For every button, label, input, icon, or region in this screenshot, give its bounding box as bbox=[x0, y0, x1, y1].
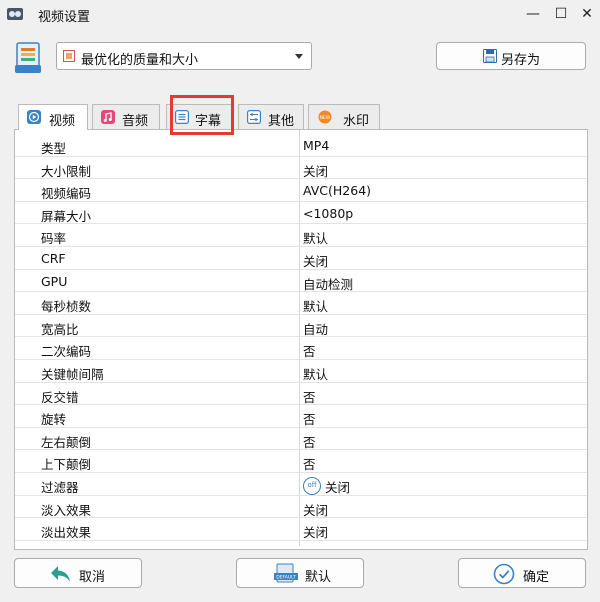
setting-name: 淡入效果 bbox=[41, 502, 92, 518]
chevron-down-icon bbox=[295, 54, 303, 59]
maximize-button[interactable]: ☐ bbox=[550, 4, 572, 24]
setting-name: 类型 bbox=[41, 141, 67, 156]
setting-name: 宽高比 bbox=[41, 321, 79, 337]
setting-name: 过滤器 bbox=[41, 479, 79, 495]
film-icon bbox=[63, 50, 75, 62]
tab-label: 视频 bbox=[49, 114, 76, 129]
settings-row[interactable]: 关键帧间隔 默认 bbox=[15, 360, 587, 383]
settings-row[interactable]: 大小限制 关闭 bbox=[15, 157, 587, 180]
settings-row[interactable]: 类型 MP4 bbox=[15, 134, 587, 157]
setting-name: 旋转 bbox=[41, 412, 67, 428]
tab-video[interactable]: 视频 bbox=[18, 104, 88, 130]
setting-value[interactable]: 默认 bbox=[303, 228, 328, 247]
settings-row[interactable]: 视频编码 AVC(H264) bbox=[15, 179, 587, 202]
tab-watermark[interactable]: NEW 水印 bbox=[308, 104, 380, 129]
tab-label: 音频 bbox=[122, 114, 149, 129]
setting-name: 反交错 bbox=[41, 389, 79, 405]
setting-value[interactable]: 自动 bbox=[303, 319, 328, 338]
setting-name: 视频编码 bbox=[41, 186, 92, 202]
settings-row[interactable]: 旋转 否 bbox=[15, 405, 587, 428]
save-as-label: 另存为 bbox=[501, 53, 541, 68]
settings-row[interactable]: 每秒桢数 默认 bbox=[15, 292, 587, 315]
settings-row[interactable]: 码率 默认 bbox=[15, 224, 587, 247]
svg-text:NEW: NEW bbox=[320, 115, 331, 121]
default-label: 默认 bbox=[305, 570, 332, 585]
settings-row[interactable]: 二次编码 否 bbox=[15, 337, 587, 360]
settings-row[interactable]: CRF 关闭 bbox=[15, 247, 587, 270]
settings-row[interactable]: 过滤器 off 关闭 bbox=[15, 473, 587, 496]
default-button[interactable]: DEFAULT 默认 bbox=[236, 558, 364, 588]
default-icon: DEFAULT bbox=[274, 563, 298, 583]
video-settings-panel: 类型 MP4 大小限制 关闭 视频编码 AVC(H264) 屏幕大小 <1080p 码率 默认 CR… bbox=[14, 129, 588, 550]
settings-row[interactable]: 上下颠倒 否 bbox=[15, 450, 587, 473]
tab-label: 其他 bbox=[268, 114, 295, 129]
watermark-icon: NEW bbox=[318, 110, 332, 124]
settings-row[interactable]: GPU 自动检测 bbox=[15, 270, 587, 293]
off-toggle-icon[interactable]: off bbox=[303, 477, 321, 496]
setting-name: 上下颠倒 bbox=[41, 457, 92, 473]
cancel-button[interactable]: 取消 bbox=[14, 558, 142, 588]
setting-name: 码率 bbox=[41, 231, 67, 247]
setting-value[interactable]: MP4 bbox=[303, 138, 329, 153]
settings-row[interactable]: 淡出效果 关闭 bbox=[15, 518, 587, 541]
settings-row[interactable]: 左右颠倒 否 bbox=[15, 428, 587, 451]
setting-name: 每秒桢数 bbox=[41, 299, 92, 315]
preset-list-icon bbox=[15, 42, 41, 73]
setting-value[interactable]: 否 bbox=[303, 409, 316, 428]
setting-value[interactable]: 关闭 bbox=[303, 522, 328, 541]
setting-value[interactable]: 自动检测 bbox=[303, 274, 353, 293]
setting-value[interactable]: 关闭 bbox=[303, 251, 328, 270]
save-as-button[interactable]: 另存为 bbox=[436, 42, 586, 70]
settings-list: 类型 MP4 大小限制 关闭 视频编码 AVC(H264) 屏幕大小 <1080p 码率 默认 CR… bbox=[15, 134, 587, 541]
setting-value[interactable]: AVC(H264) bbox=[303, 183, 371, 198]
cancel-label: 取消 bbox=[79, 570, 106, 585]
check-circle-icon bbox=[493, 563, 515, 585]
close-button[interactable]: ✕ bbox=[576, 4, 598, 24]
settings-row[interactable]: 反交错 否 bbox=[15, 383, 587, 406]
play-circle-icon bbox=[27, 110, 41, 124]
setting-value[interactable]: 否 bbox=[303, 387, 316, 406]
setting-name: GPU bbox=[41, 273, 68, 289]
minimize-button[interactable]: — bbox=[522, 4, 544, 24]
setting-name: 屏幕大小 bbox=[41, 208, 92, 224]
setting-value[interactable]: 否 bbox=[303, 341, 316, 360]
setting-value[interactable]: 关闭 bbox=[303, 500, 328, 519]
settings-row[interactable]: 宽高比 自动 bbox=[15, 315, 587, 338]
tab-audio[interactable]: 音频 bbox=[92, 104, 160, 129]
setting-value[interactable]: 否 bbox=[303, 454, 316, 473]
setting-value[interactable]: 关闭 bbox=[303, 161, 328, 180]
setting-name: CRF bbox=[41, 250, 66, 266]
setting-value[interactable]: off 关闭 bbox=[303, 477, 350, 498]
save-icon bbox=[483, 49, 497, 63]
setting-name: 大小限制 bbox=[41, 163, 92, 179]
sliders-icon bbox=[247, 110, 261, 124]
undo-arrow-icon bbox=[51, 566, 70, 582]
setting-value-text: 关闭 bbox=[325, 479, 351, 495]
settings-row[interactable]: 淡入效果 关闭 bbox=[15, 496, 587, 519]
setting-name: 左右颠倒 bbox=[41, 434, 92, 450]
window-title: 视频设置 bbox=[38, 10, 91, 25]
default-icon-text: DEFAULT bbox=[276, 575, 296, 581]
tab-label: 水印 bbox=[343, 114, 370, 129]
music-note-icon bbox=[101, 110, 115, 124]
tab-other[interactable]: 其他 bbox=[238, 104, 304, 129]
settings-row[interactable]: 屏幕大小 <1080p bbox=[15, 202, 587, 225]
setting-name: 二次编码 bbox=[41, 344, 92, 360]
app-icon bbox=[7, 8, 23, 20]
setting-name: 关键帧间隔 bbox=[41, 366, 104, 382]
ok-label: 确定 bbox=[523, 570, 550, 585]
setting-value[interactable]: 默认 bbox=[303, 364, 328, 383]
title-bar: 视频设置 — ☐ ✕ bbox=[0, 0, 600, 28]
setting-value[interactable]: 默认 bbox=[303, 296, 328, 315]
preset-selected-value: 最优化的质量和大小 bbox=[81, 53, 199, 68]
ok-button[interactable]: 确定 bbox=[458, 558, 586, 588]
setting-name: 淡出效果 bbox=[41, 525, 92, 541]
preset-dropdown[interactable]: 最优化的质量和大小 bbox=[56, 42, 312, 70]
setting-value[interactable]: 否 bbox=[303, 432, 316, 451]
setting-value[interactable]: <1080p bbox=[303, 206, 353, 221]
subtitle-tab-highlight bbox=[170, 95, 234, 135]
